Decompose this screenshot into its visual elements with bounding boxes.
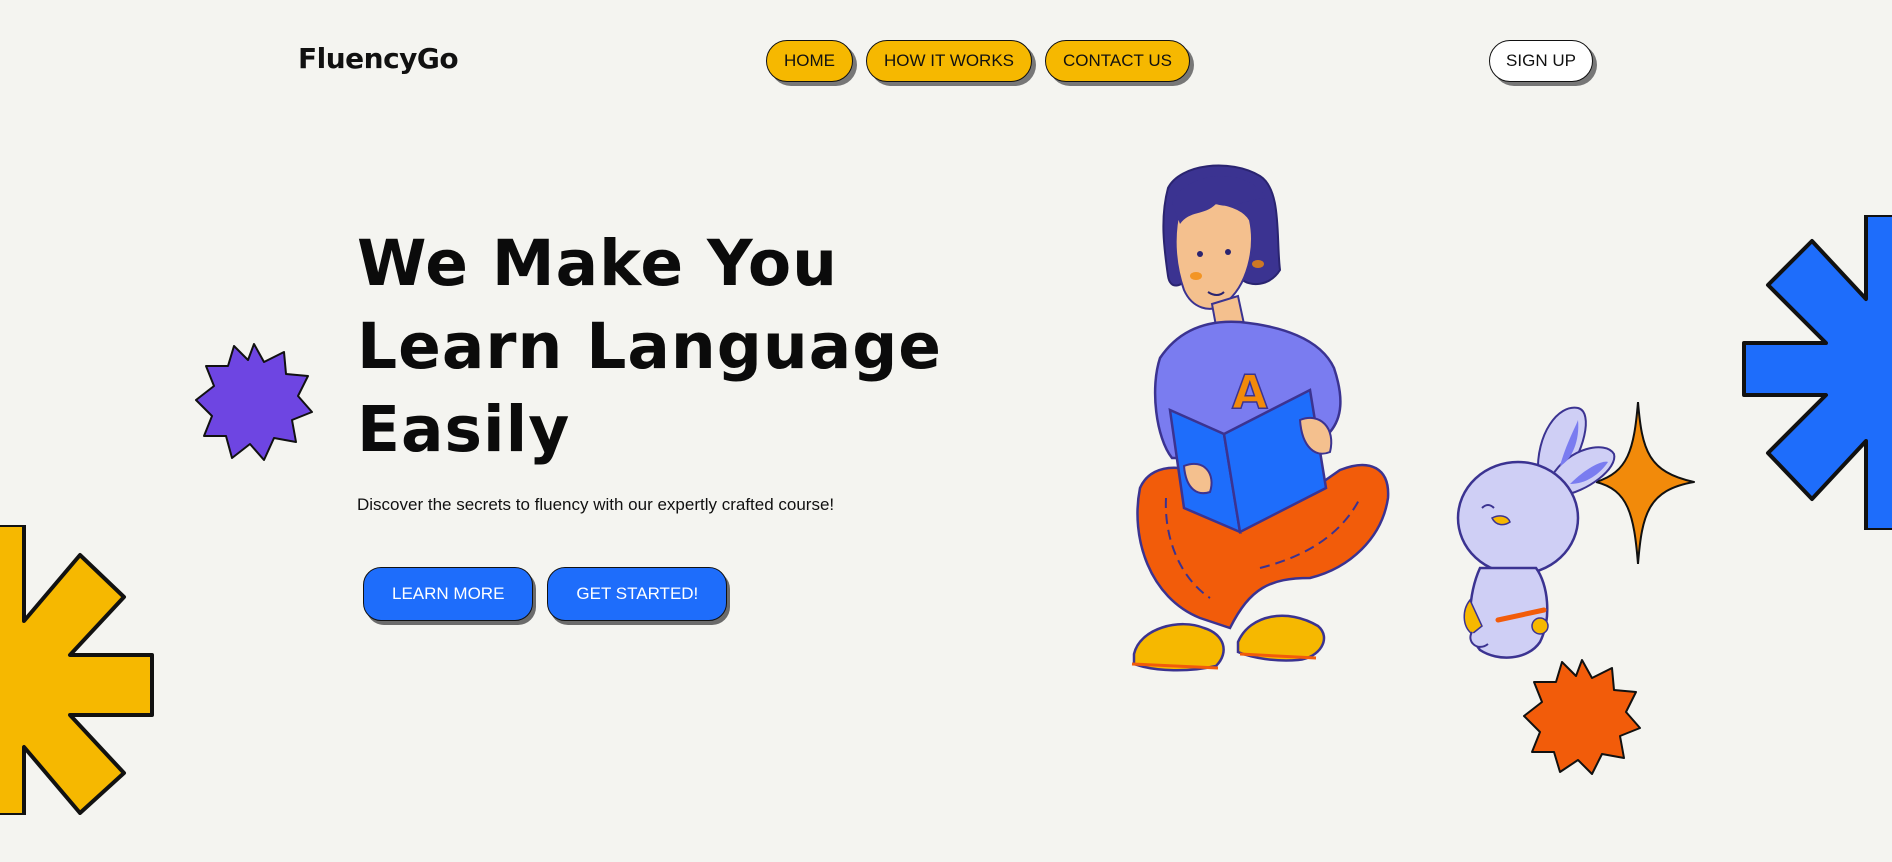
hero-title-line-2: Learn Language (357, 310, 943, 383)
hero-cta-group: LEARN MORE GET STARTED! (363, 567, 728, 621)
shirt-letter: A (1232, 365, 1268, 419)
eye-right (1225, 249, 1231, 255)
get-started-button[interactable]: GET STARTED! (547, 567, 728, 621)
person-reading-illustration: A (1131, 164, 1390, 672)
hero-title-line-1: We Make You (357, 227, 838, 300)
learn-more-button[interactable]: LEARN MORE (363, 567, 534, 621)
hero-title: We Make You Learn Language Easily (357, 222, 942, 471)
nav-contact-us[interactable]: CONTACT US (1045, 40, 1190, 82)
orange-badge-icon (1523, 659, 1641, 775)
nav-how-it-works[interactable]: HOW IT WORKS (866, 40, 1033, 82)
sign-up-button[interactable]: SIGN UP (1489, 40, 1593, 82)
yellow-asterisk-icon (0, 525, 154, 815)
hero-title-line-3: Easily (357, 393, 571, 466)
purple-badge-icon (195, 343, 313, 461)
bunny-illustration (1456, 406, 1616, 659)
hero-subtitle: Discover the secrets to fluency with our… (357, 495, 835, 514)
main-nav: HOME HOW IT WORKS CONTACT US (766, 40, 1190, 82)
blue-asterisk-icon (1742, 215, 1892, 530)
brand-logo[interactable]: FluencyGo (298, 42, 459, 75)
eye-left (1197, 251, 1203, 257)
nav-home[interactable]: HOME (766, 40, 853, 82)
